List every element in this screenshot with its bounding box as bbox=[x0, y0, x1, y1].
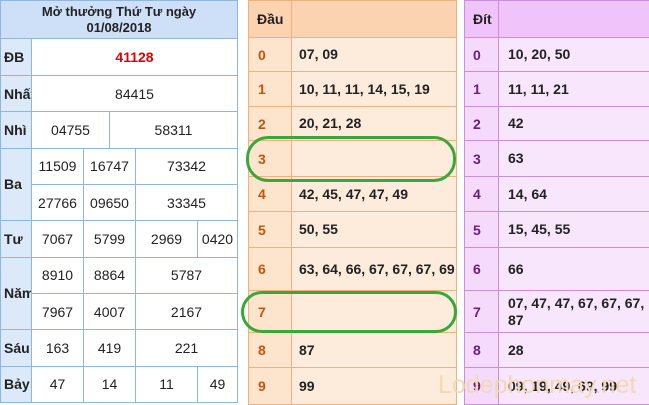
third-prize-value: 11509 bbox=[32, 148, 84, 184]
prize-label-tu: Tư bbox=[1, 221, 32, 257]
third-prize-value: 33345 bbox=[136, 184, 238, 220]
prize-label-nhat: Nhất bbox=[1, 75, 32, 111]
dau-key: 1 bbox=[249, 72, 292, 107]
site-watermark: Lodephonmay.net bbox=[438, 371, 636, 400]
fourth-prize-value: 0420 bbox=[198, 221, 238, 257]
dit-values: 11, 11, 21 bbox=[499, 72, 649, 107]
highlight-oval-row-3 bbox=[246, 136, 456, 182]
dit-key: 6 bbox=[465, 248, 499, 291]
fourth-prize-value: 7067 bbox=[32, 221, 84, 257]
dit-key: 7 bbox=[465, 291, 499, 333]
dit-key: 4 bbox=[465, 177, 499, 212]
dit-values: 10, 20, 50 bbox=[499, 38, 649, 72]
first-prize-value: 84415 bbox=[32, 75, 238, 111]
fifth-prize-value: 7967 bbox=[32, 293, 84, 329]
dau-values: 63, 64, 66, 67, 67, 67, 69 bbox=[292, 248, 457, 291]
dau-values: 87 bbox=[292, 333, 457, 368]
dau-key: 8 bbox=[249, 333, 292, 368]
dau-header: Đầu bbox=[249, 1, 292, 38]
dit-key: 3 bbox=[465, 141, 499, 177]
dau-key: 5 bbox=[249, 212, 292, 248]
dau-header-blank bbox=[292, 1, 457, 38]
prize-label-sau: Sáu bbox=[1, 330, 32, 366]
dau-key: 6 bbox=[249, 248, 292, 291]
prize-label-db: ĐB bbox=[1, 39, 32, 75]
sixth-prize-value: 163 bbox=[32, 330, 84, 366]
results-table: Mở thưởng Thứ Tư ngày 01/08/2018 ĐB 4112… bbox=[0, 0, 238, 403]
fifth-prize-value: 5787 bbox=[136, 257, 238, 293]
dau-key: 9 bbox=[249, 368, 292, 405]
sixth-prize-value: 221 bbox=[136, 330, 238, 366]
dit-header-blank bbox=[499, 1, 649, 38]
fourth-prize-value: 2969 bbox=[136, 221, 198, 257]
dit-values: 28 bbox=[499, 333, 649, 368]
dau-table: Đầu 007, 09 110, 11, 11, 14, 15, 19 220,… bbox=[248, 0, 457, 405]
sixth-prize-value: 419 bbox=[84, 330, 136, 366]
results-header: Mở thưởng Thứ Tư ngày 01/08/2018 bbox=[1, 1, 238, 39]
dit-values: 14, 64 bbox=[499, 177, 649, 212]
seventh-prize-value: 14 bbox=[84, 366, 136, 402]
dau-values: 50, 55 bbox=[292, 212, 457, 248]
dau-values: 07, 09 bbox=[292, 38, 457, 72]
dit-key: 2 bbox=[465, 107, 499, 141]
fifth-prize-value: 8864 bbox=[84, 257, 136, 293]
prize-label-bay: Bảy bbox=[1, 366, 32, 402]
dit-key: 5 bbox=[465, 212, 499, 248]
fifth-prize-value: 2167 bbox=[136, 293, 238, 329]
dau-key: 0 bbox=[249, 38, 292, 72]
prize-label-nhi: Nhì bbox=[1, 112, 32, 148]
fourth-prize-value: 5799 bbox=[84, 221, 136, 257]
prize-label-nam: Năm bbox=[1, 257, 32, 330]
third-prize-value: 27766 bbox=[32, 184, 84, 220]
dit-values: 66 bbox=[499, 248, 649, 291]
results-header-title: Mở thưởng Thứ Tư ngày bbox=[1, 4, 237, 20]
results-header-date: 01/08/2018 bbox=[1, 20, 237, 36]
second-prize-value: 58311 bbox=[110, 112, 238, 148]
dau-values: 10, 11, 11, 14, 15, 19 bbox=[292, 72, 457, 107]
dit-key: 0 bbox=[465, 38, 499, 72]
dit-table: Đít 010, 20, 50 111, 11, 21 242 363 414,… bbox=[464, 0, 649, 405]
seventh-prize-value: 11 bbox=[136, 366, 198, 402]
second-prize-value: 04755 bbox=[32, 112, 110, 148]
third-prize-value: 73342 bbox=[136, 148, 238, 184]
seventh-prize-value: 49 bbox=[198, 366, 238, 402]
prize-label-ba: Ba bbox=[1, 148, 32, 221]
fifth-prize-value: 8910 bbox=[32, 257, 84, 293]
dit-values: 42 bbox=[499, 107, 649, 141]
highlight-oval-row-7 bbox=[241, 291, 457, 333]
special-prize-value: 41128 bbox=[32, 39, 238, 75]
dit-header: Đít bbox=[465, 1, 499, 38]
dit-key: 1 bbox=[465, 72, 499, 107]
third-prize-value: 09650 bbox=[84, 184, 136, 220]
dit-values: 07, 47, 47, 67, 67, 67, 87 bbox=[499, 291, 649, 333]
fifth-prize-value: 4007 bbox=[84, 293, 136, 329]
seventh-prize-value: 47 bbox=[32, 366, 84, 402]
dit-values: 63 bbox=[499, 141, 649, 177]
dit-values: 15, 45, 55 bbox=[499, 212, 649, 248]
third-prize-value: 16747 bbox=[84, 148, 136, 184]
dau-values: 99 bbox=[292, 368, 457, 405]
dit-key: 8 bbox=[465, 333, 499, 368]
